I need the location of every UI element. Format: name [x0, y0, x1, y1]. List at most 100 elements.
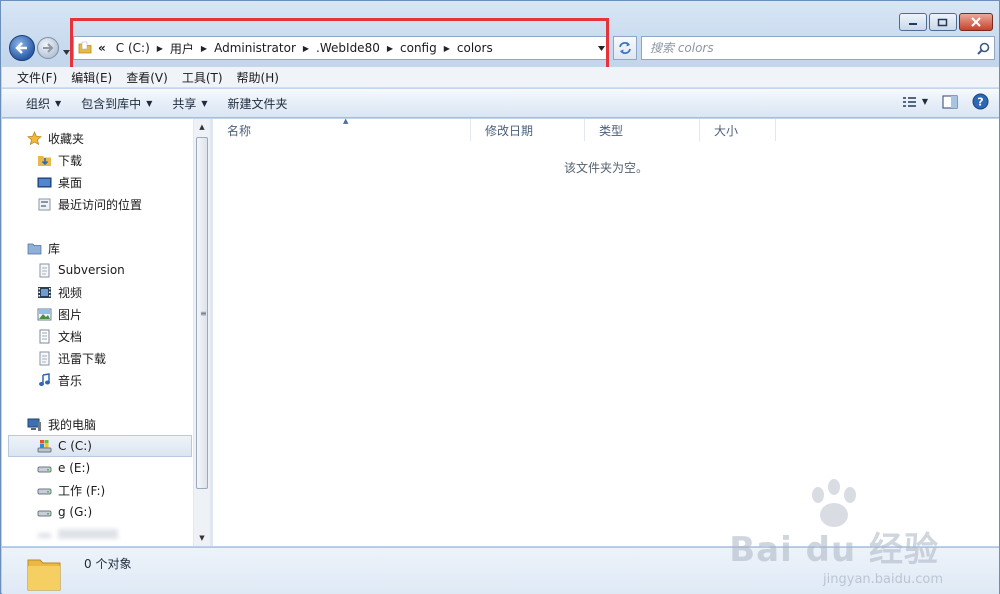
drive-icon [36, 504, 52, 520]
nav-my-computer-label: 我的电脑 [48, 417, 97, 432]
nav-thunder-downloads-label: 迅雷下载 [58, 351, 107, 366]
close-button[interactable] [959, 13, 993, 31]
nav-drive-g[interactable]: g (G:) [2, 501, 193, 523]
breadcrumb-webide80[interactable]: .WebIde80 [312, 41, 384, 55]
breadcrumb-users[interactable]: 用户 [166, 40, 198, 57]
nav-my-computer[interactable]: 我的电脑 [2, 413, 193, 435]
nav-drive-f[interactable]: 工作 (F:) [2, 479, 193, 501]
search-box[interactable] [641, 36, 995, 60]
preview-pane-button[interactable] [942, 94, 958, 109]
nav-thunder-downloads[interactable]: 迅雷下载 [2, 347, 193, 369]
help-button[interactable]: ? [972, 93, 989, 110]
scroll-down-arrow[interactable]: ▼ [194, 530, 210, 546]
nav-drive-c-label: C (C:) [58, 439, 92, 453]
menu-tools[interactable]: 工具(T) [175, 69, 230, 86]
nav-favorites[interactable]: 收藏夹 [2, 127, 193, 149]
explorer-window: « C (C:) ▶ 用户 ▶ Administrator ▶ .WebIde8… [0, 0, 1000, 594]
menu-file[interactable]: 文件(F) [10, 69, 64, 86]
arrow-right-icon [43, 43, 54, 53]
nav-favorites-label: 收藏夹 [48, 131, 85, 146]
new-folder-button[interactable]: 新建文件夹 [218, 95, 298, 112]
chevron-down-icon: ▼ [921, 97, 928, 106]
breadcrumb-overflow-button[interactable]: « [96, 41, 112, 55]
share-label: 共享 [172, 96, 197, 111]
search-icon[interactable] [972, 42, 994, 55]
column-date-modified[interactable]: 修改日期 [471, 119, 585, 141]
minimize-button[interactable] [899, 13, 927, 31]
column-date-modified-label: 修改日期 [485, 123, 534, 138]
nav-drive-e-label: e (E:) [58, 461, 91, 475]
nav-drive-f-label: 工作 (F:) [58, 483, 106, 498]
organize-button[interactable]: 组织 ▼ [16, 95, 71, 112]
drive-icon [36, 460, 52, 476]
nav-downloads[interactable]: 下载 [2, 149, 193, 171]
maximize-button[interactable] [929, 13, 957, 31]
address-dropdown-button[interactable] [594, 44, 608, 53]
picture-icon [36, 306, 52, 322]
breadcrumb-config[interactable]: config [396, 41, 441, 55]
nav-recent-places-label: 最近访问的位置 [58, 197, 143, 212]
close-icon [971, 17, 981, 27]
column-size-label: 大小 [714, 123, 739, 138]
preview-pane-icon [942, 94, 958, 109]
navigation-pane: 收藏夹 下载 桌面 最近访问的位置 库 Subversion 视频 图片 文档 … [2, 119, 193, 546]
chevron-down-icon [63, 50, 70, 55]
menu-help[interactable]: 帮助(H) [230, 69, 286, 86]
nav-pictures[interactable]: 图片 [2, 303, 193, 325]
breadcrumb-separator-icon[interactable]: ▶ [300, 44, 312, 53]
include-in-library-button[interactable]: 包含到库中 ▼ [71, 95, 162, 112]
nav-libraries-label: 库 [48, 241, 61, 256]
nav-music[interactable]: 音乐 [2, 369, 193, 391]
nav-subversion[interactable]: Subversion [2, 259, 193, 281]
breadcrumb-c-drive[interactable]: C (C:) [112, 41, 154, 55]
nav-documents[interactable]: 文档 [2, 325, 193, 347]
column-size[interactable]: 大小 [700, 119, 776, 141]
breadcrumb-colors[interactable]: colors [453, 41, 497, 55]
recent-pages-button[interactable] [63, 44, 70, 58]
column-type[interactable]: 类型 [585, 119, 700, 141]
breadcrumb-separator-icon[interactable]: ▶ [384, 44, 396, 53]
chevron-down-icon [597, 45, 605, 51]
column-name[interactable]: ▲ 名称 [213, 117, 471, 141]
view-options-button[interactable]: ▼ [902, 95, 928, 109]
forward-button[interactable] [37, 37, 59, 59]
nav-pictures-label: 图片 [58, 307, 83, 322]
scrollbar-thumb[interactable]: ≡ [196, 137, 208, 489]
sort-ascending-icon: ▲ [343, 117, 349, 125]
search-input[interactable] [650, 41, 972, 55]
nav-desktop[interactable]: 桌面 [2, 171, 193, 193]
column-name-label: 名称 [227, 123, 252, 138]
address-bar[interactable]: « C (C:) ▶ 用户 ▶ Administrator ▶ .WebIde8… [73, 36, 609, 60]
nav-libraries[interactable]: 库 [2, 237, 193, 259]
navigation-scrollbar[interactable]: ▲ ≡ ▼ [193, 119, 210, 546]
breadcrumb-separator-icon[interactable]: ▶ [441, 44, 453, 53]
menu-view[interactable]: 查看(V) [119, 69, 175, 86]
video-icon [36, 284, 52, 300]
share-button[interactable]: 共享 ▼ [162, 95, 217, 112]
breadcrumb-administrator[interactable]: Administrator [210, 41, 300, 55]
nav-drive-c[interactable]: C (C:) [8, 435, 192, 457]
breadcrumb-separator-icon[interactable]: ▶ [154, 44, 166, 53]
nav-documents-label: 文档 [58, 329, 83, 344]
chevron-down-icon: ▼ [55, 98, 62, 108]
desktop-icon [36, 174, 52, 190]
nav-videos[interactable]: 视频 [2, 281, 193, 303]
nav-subversion-label: Subversion [58, 263, 125, 277]
new-folder-label: 新建文件夹 [227, 96, 288, 111]
scroll-up-arrow[interactable]: ▲ [194, 119, 210, 135]
library-icon [26, 240, 42, 256]
nav-drive-g-label: g (G:) [58, 505, 93, 519]
blurred-label [58, 529, 118, 539]
nav-drive-e[interactable]: e (E:) [2, 457, 193, 479]
caption-buttons [899, 13, 993, 31]
refresh-button[interactable] [613, 36, 637, 60]
menu-edit[interactable]: 编辑(E) [64, 69, 119, 86]
recent-places-icon [36, 196, 52, 212]
column-headers: ▲ 名称 修改日期 类型 大小 [213, 117, 999, 141]
breadcrumb-separator-icon[interactable]: ▶ [198, 44, 210, 53]
nav-music-label: 音乐 [58, 373, 83, 388]
empty-folder-message: 该文件夹为空。 [563, 161, 648, 175]
star-icon [26, 130, 42, 146]
back-button[interactable] [9, 35, 35, 61]
nav-recent-places[interactable]: 最近访问的位置 [2, 193, 193, 215]
